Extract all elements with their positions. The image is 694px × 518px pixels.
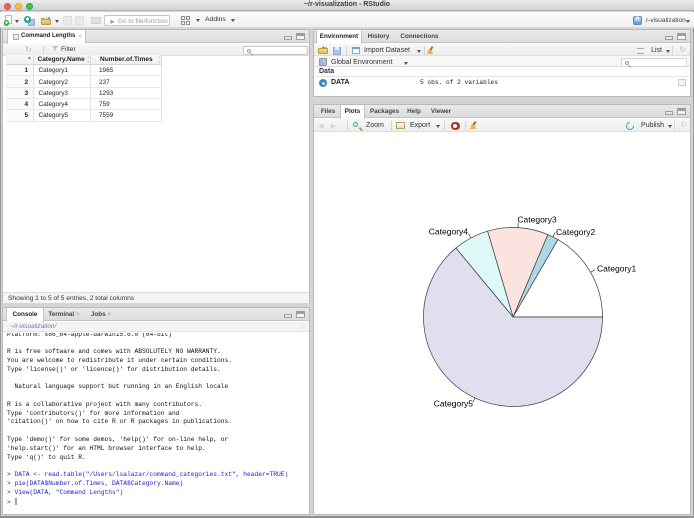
svg-text:Category5: Category5 <box>434 399 473 409</box>
svg-text:Category1: Category1 <box>597 264 636 274</box>
svg-text:Category2: Category2 <box>556 227 595 237</box>
svg-text:Category3: Category3 <box>517 215 556 225</box>
svg-text:Category4: Category4 <box>429 227 468 237</box>
